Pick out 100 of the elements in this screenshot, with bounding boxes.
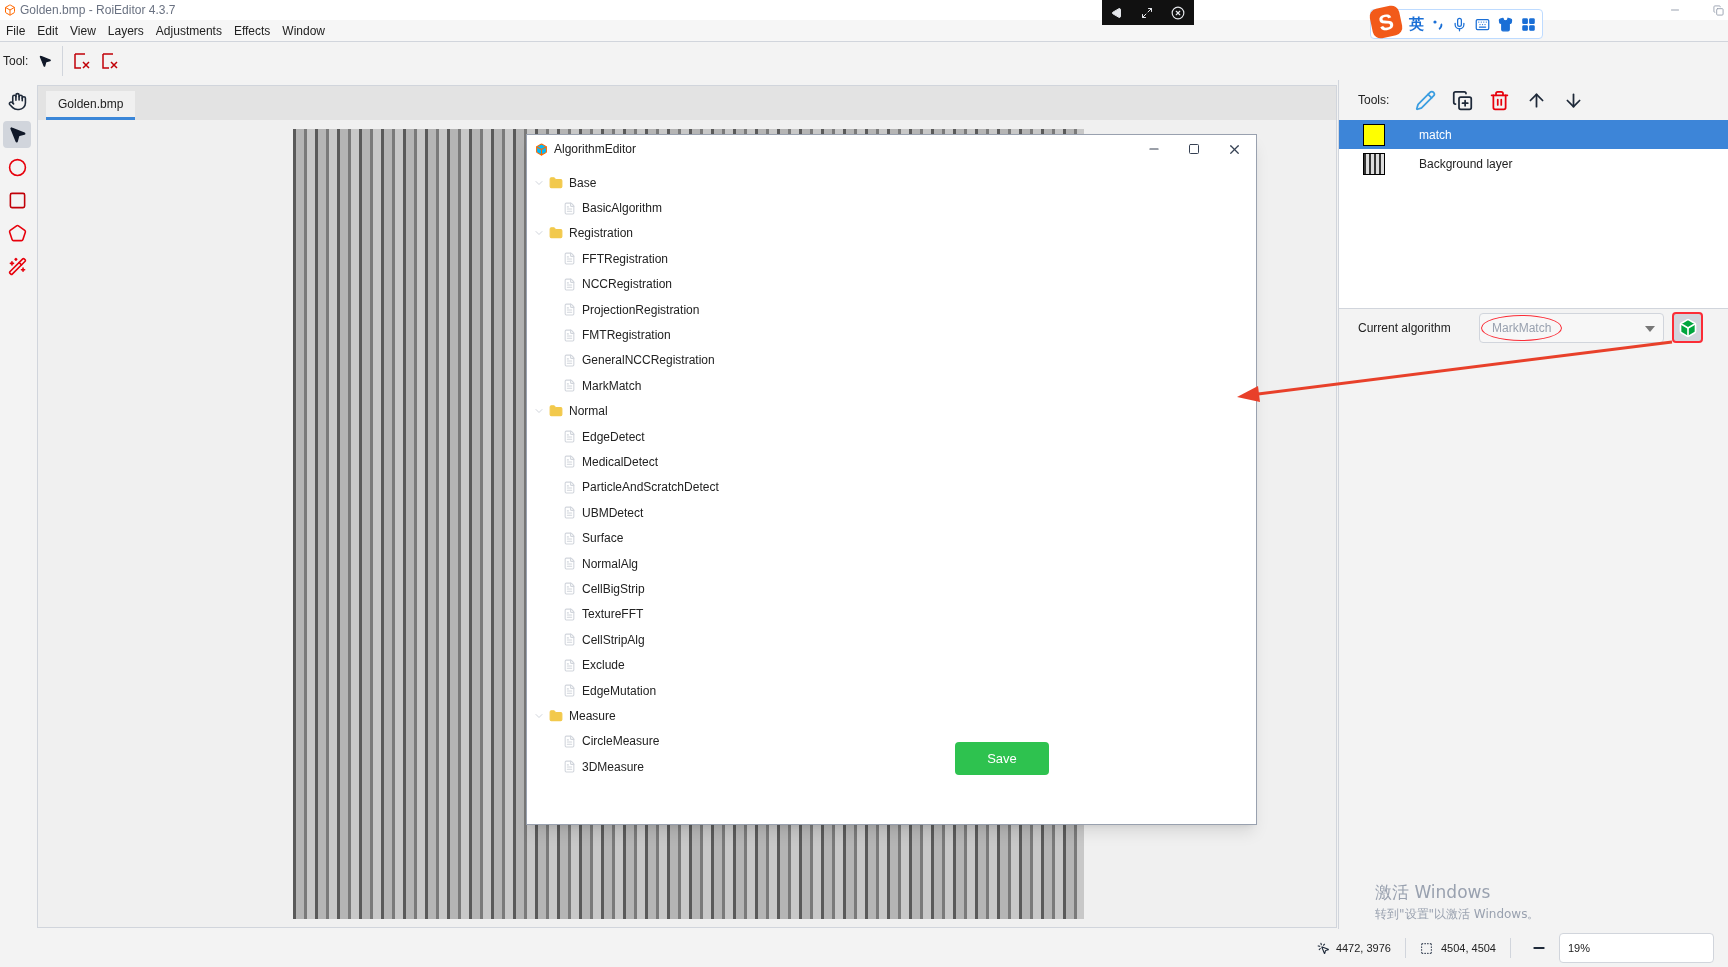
activation-title: 激活 Windows <box>1375 880 1492 904</box>
tree-item[interactable]: ParticleAndScratchDetect <box>527 474 727 501</box>
file-icon <box>563 353 576 367</box>
hand-icon <box>7 92 27 111</box>
tree-item[interactable]: BasicAlgorithm <box>527 195 671 221</box>
current-algorithm-label: Current algorithm <box>1358 319 1452 337</box>
close-icon[interactable] <box>1171 5 1185 20</box>
algorithm-editor-button[interactable] <box>1672 312 1703 343</box>
tree-item[interactable]: FMTRegistration <box>527 322 679 348</box>
tree-item[interactable]: EdgeDetect <box>527 423 653 450</box>
layer-name: match <box>1419 126 1452 144</box>
caret-icon <box>1645 325 1655 332</box>
file-icon <box>563 455 576 469</box>
tree-item[interactable]: NormalAlg <box>527 550 646 577</box>
pointer-tool[interactable] <box>3 121 31 148</box>
layer-row[interactable]: Background layer <box>1339 149 1728 178</box>
polygon-icon <box>7 224 27 243</box>
tree-item[interactable]: EdgeMutation <box>527 677 665 704</box>
file-icon <box>563 201 576 215</box>
tool-label: Tool: <box>3 53 29 70</box>
menu-item[interactable]: Edit <box>31 21 65 40</box>
delete-icon[interactable] <box>1489 89 1511 111</box>
tree-item[interactable]: Surface <box>527 525 632 551</box>
file-icon <box>563 430 576 444</box>
file-icon <box>563 734 576 748</box>
layer-thumbnail <box>1363 152 1385 175</box>
file-icon <box>563 684 576 697</box>
remove-roi-icon[interactable] <box>73 52 92 70</box>
resize-icon[interactable] <box>1141 6 1153 19</box>
document-tab[interactable]: Golden.bmp <box>46 91 136 120</box>
tree-item[interactable]: MedicalDetect <box>527 449 667 475</box>
tree-item[interactable]: FFTRegistration <box>527 246 677 272</box>
zoom-field[interactable]: 19% <box>1559 933 1714 963</box>
circle-icon <box>7 158 27 177</box>
file-icon <box>563 760 576 774</box>
layer-row[interactable]: match <box>1339 120 1728 149</box>
tree-folder[interactable]: Base <box>527 170 1256 196</box>
remove-roi-icon[interactable] <box>101 52 120 70</box>
magic-wand-icon <box>7 257 27 276</box>
file-icon <box>563 607 576 621</box>
rectangle-icon <box>7 191 27 210</box>
menu-item[interactable]: View <box>64 21 102 40</box>
app-icon <box>4 4 16 16</box>
tree-item[interactable]: UBMDetect <box>527 500 652 526</box>
play-icon[interactable] <box>1111 6 1123 19</box>
microphone-icon[interactable] <box>1452 16 1467 32</box>
tools-label: Tools: <box>1358 92 1390 109</box>
grid-icon[interactable] <box>1521 16 1536 32</box>
dialog-title: AlgorithmEditor <box>554 141 637 158</box>
file-icon <box>563 506 576 520</box>
folder-icon <box>549 708 563 723</box>
tree-folder[interactable]: Normal <box>527 398 1256 424</box>
tree-item[interactable]: GeneralNCCRegistration <box>527 347 723 374</box>
layer-name: Background layer <box>1419 155 1513 173</box>
cursor-position: 4472, 3976 <box>1335 940 1391 956</box>
window-title: Golden.bmp - RoiEditor 4.3.7 <box>20 2 176 19</box>
maximize-icon[interactable] <box>1188 143 1200 155</box>
pencil-icon[interactable] <box>1415 89 1437 111</box>
tree-item[interactable]: MarkMatch <box>527 373 650 399</box>
tree-folder[interactable]: Measure <box>527 703 1256 729</box>
file-icon <box>563 633 576 647</box>
tree-item[interactable]: NCCRegistration <box>527 271 681 297</box>
menu-item[interactable]: Adjustments <box>149 21 228 40</box>
pointer-icon <box>7 125 27 144</box>
file-icon <box>563 531 576 545</box>
activation-text: 转到"设置"以激活 Windows。 <box>1375 906 1541 923</box>
menu-item[interactable]: Layers <box>101 21 150 40</box>
selection-icon <box>1419 941 1433 955</box>
tree-item[interactable]: CellBigStrip <box>527 576 653 602</box>
tree-item[interactable]: 3DMeasure <box>527 754 653 780</box>
language-toggle[interactable]: 英 <box>1409 12 1424 36</box>
tree-item[interactable]: ProjectionRegistration <box>527 296 708 323</box>
cube-icon <box>1677 317 1698 338</box>
duplicate-icon[interactable] <box>1452 89 1474 111</box>
tree-item[interactable]: CellStripAlg <box>527 627 653 653</box>
app-icon <box>535 142 548 156</box>
tree-item[interactable]: TextureFFT <box>527 601 652 628</box>
tree-folder[interactable]: Registration <box>527 220 1256 247</box>
keyboard-icon[interactable] <box>1475 16 1490 32</box>
file-icon <box>563 480 576 494</box>
file-icon <box>563 379 576 393</box>
punctuation-icon[interactable] <box>1432 18 1444 30</box>
shirt-icon[interactable] <box>1498 16 1513 32</box>
menu-item[interactable]: Window <box>276 21 332 40</box>
menu-item[interactable]: File <box>0 21 32 40</box>
tree-item[interactable]: CircleMeasure <box>527 728 668 754</box>
file-icon <box>563 277 576 291</box>
folder-icon <box>549 226 563 241</box>
folder-icon <box>549 175 563 190</box>
menu-item[interactable]: Effects <box>227 21 277 40</box>
file-icon <box>563 557 576 571</box>
cursor-icon <box>1316 941 1330 955</box>
file-icon <box>563 328 576 342</box>
file-icon <box>563 303 576 317</box>
pointer-icon[interactable] <box>38 54 53 68</box>
selection-size: 4504, 4504 <box>1440 940 1496 956</box>
file-icon <box>563 658 576 672</box>
file-icon <box>563 582 576 596</box>
tree-item[interactable]: Exclude <box>527 652 633 678</box>
file-icon <box>563 252 576 266</box>
